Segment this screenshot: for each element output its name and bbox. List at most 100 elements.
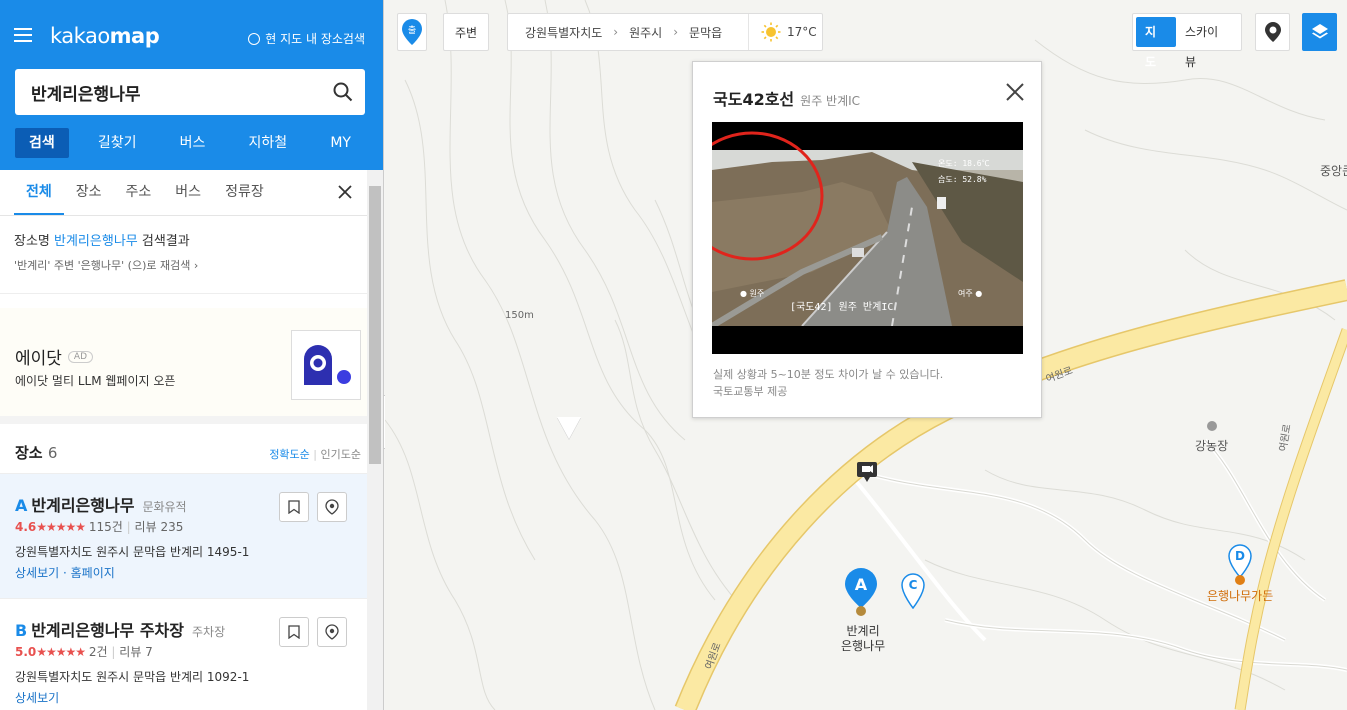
- place-links: 상세보기 · 홈페이지: [15, 566, 115, 580]
- place-item[interactable]: B 반계리은행나무 주차장 주차장 5.0★★★★★ 2건 | 리뷰 7 강원특별자…: [0, 599, 383, 710]
- layers-icon: [1311, 24, 1328, 39]
- sort-options: 정확도순 | 인기도순: [269, 448, 361, 461]
- bookmark-button[interactable]: [279, 492, 309, 522]
- panel-header: kakaomap 현 지도 내 장소검색 검색 길찾기 버스 지하철 MY: [0, 0, 383, 170]
- search-panel: kakaomap 현 지도 내 장소검색 검색 길찾기 버스 지하철 MY 전체…: [0, 0, 384, 710]
- place-address: 강원특별자치도 원주시 문막읍 반계리 1495-1: [15, 545, 250, 559]
- ad-description: 에이닷 멀티 LLM 웹페이지 오픈: [15, 374, 176, 388]
- cctv-marker[interactable]: [856, 461, 878, 486]
- place-address: 강원특별자치도 원주시 문막읍 반계리 1092-1: [15, 670, 250, 684]
- filter-tab-all[interactable]: 전체: [14, 170, 64, 215]
- cctv-feed-image: 온도: 18.6℃ 습도: 52.8% ● 원주 [국도42] 원주 반계IC …: [712, 122, 1023, 354]
- result-summary-text: 장소명 반계리은행나무 검색결과: [14, 234, 190, 249]
- place-label-edge[interactable]: 중앙큰: [1320, 162, 1347, 179]
- map-type-skyview[interactable]: 스카이뷰: [1176, 17, 1238, 69]
- route-button[interactable]: [317, 492, 347, 522]
- sort-popularity[interactable]: 인기도순: [321, 448, 361, 461]
- start-pin-icon: 출: [402, 19, 422, 45]
- place-rating: 4.6★★★★★ 115건 | 리뷰 235: [15, 520, 184, 534]
- sun-icon: [761, 22, 781, 42]
- marker-pin-icon: C: [901, 573, 925, 610]
- detail-link[interactable]: 상세보기: [15, 566, 59, 580]
- search-icon: [333, 82, 353, 102]
- radio-icon: [248, 32, 261, 45]
- place-label-gangnongjang[interactable]: 강농장: [1195, 437, 1228, 454]
- adot-logo[interactable]: [291, 330, 361, 400]
- chevron-right-icon: ›: [193, 259, 199, 272]
- place-rating: 5.0★★★★★ 2건 | 리뷰 7: [15, 645, 153, 659]
- tab-my[interactable]: MY: [316, 128, 365, 158]
- map-type-toggle: 지도 스카이뷰: [1132, 13, 1242, 69]
- start-point-button[interactable]: 출: [397, 13, 427, 51]
- places-title: 장소 6: [15, 444, 58, 462]
- scrollbar-thumb[interactable]: [369, 186, 381, 464]
- result-filter-tabs: 전체 장소 주소 버스 정류장: [0, 170, 383, 216]
- bookmark-icon: [288, 500, 300, 514]
- breadcrumb-province[interactable]: 강원특별자치도: [525, 24, 602, 41]
- ad-title: 에이닷 AD: [15, 344, 94, 369]
- svg-text:여주 ●: 여주 ●: [958, 288, 982, 298]
- cctv-popup: 국도42호선 원주 반계IC 온도: 18.6℃ 습도: 52.8% ● 원주 …: [692, 61, 1042, 418]
- my-location-button[interactable]: [1255, 13, 1290, 51]
- marker-pin-icon: D: [1228, 544, 1252, 585]
- svg-text:출: 출: [408, 25, 416, 36]
- marker-a-label[interactable]: 반계리 은행나무: [841, 624, 885, 654]
- svg-text:[국도42] 원주 반계IC: [국도42] 원주 반계IC: [790, 301, 893, 313]
- chevron-right-icon: ›: [613, 25, 619, 39]
- sort-accuracy[interactable]: 정확도순: [269, 448, 309, 461]
- search-box: [15, 69, 365, 115]
- around-button[interactable]: 주변: [443, 13, 489, 51]
- cctv-video[interactable]: 온도: 18.6℃ 습도: 52.8% ● 원주 [국도42] 원주 반계IC …: [712, 122, 1023, 354]
- filter-tab-address[interactable]: 주소: [114, 170, 164, 215]
- place-name[interactable]: B 반계리은행나무 주차장 주차장: [15, 617, 225, 641]
- place-name[interactable]: A 반계리은행나무 문화유적: [15, 492, 187, 516]
- cctv-title: 국도42호선 원주 반계IC: [713, 90, 861, 109]
- close-icon[interactable]: [337, 184, 353, 200]
- svg-text:D: D: [1235, 549, 1245, 563]
- search-input[interactable]: [15, 69, 321, 115]
- svg-text:A: A: [855, 575, 868, 594]
- detail-link[interactable]: 상세보기: [15, 691, 59, 705]
- bookmark-icon: [288, 625, 300, 639]
- kakaomap-logo[interactable]: kakaomap: [50, 24, 160, 48]
- svg-text:C: C: [909, 578, 918, 592]
- tab-bus[interactable]: 버스: [166, 128, 220, 158]
- svg-text:습도: 52.8%: 습도: 52.8%: [938, 175, 987, 184]
- tab-search[interactable]: 검색: [15, 128, 69, 158]
- marker-d[interactable]: D: [1228, 544, 1252, 591]
- breadcrumb: 강원특별자치도 › 원주시 › 문막읍 17°C: [507, 13, 823, 51]
- breadcrumb-city[interactable]: 원주시: [629, 24, 662, 41]
- map-view[interactable]: 출 주변 강원특별자치도 › 원주시 › 문막읍 17°C 지도 스카이뷰 150m 여…: [385, 0, 1347, 710]
- marker-c[interactable]: C: [901, 573, 925, 612]
- ad-badge: AD: [67, 350, 94, 363]
- filter-tab-bus[interactable]: 버스: [163, 170, 213, 215]
- map-type-map[interactable]: 지도: [1136, 17, 1176, 69]
- homepage-link[interactable]: 홈페이지: [71, 566, 115, 580]
- svg-text:온도: 18.6℃: 온도: 18.6℃: [938, 159, 990, 168]
- bookmark-button[interactable]: [279, 617, 309, 647]
- map-area-search-toggle[interactable]: 현 지도 내 장소검색: [248, 30, 365, 47]
- tab-subway[interactable]: 지하철: [235, 128, 302, 158]
- main-tabs: 검색 길찾기 버스 지하철 MY: [15, 128, 365, 158]
- menu-icon[interactable]: [14, 28, 32, 42]
- marker-d-label[interactable]: 은행나무가든: [1207, 587, 1273, 604]
- research-link[interactable]: '반계리' 주변 '은행나무' (으)로 재검색 ›: [14, 257, 369, 273]
- ad-banner[interactable]: 에이닷 AD 에이닷 멀티 LLM 웹페이지 오픈: [0, 308, 383, 424]
- search-button[interactable]: [321, 69, 365, 115]
- svg-text:● 원주: ● 원주: [740, 289, 764, 298]
- layers-button[interactable]: [1302, 13, 1337, 51]
- location-pin-icon: [1264, 22, 1281, 42]
- marker-a[interactable]: A: [844, 567, 878, 620]
- close-icon[interactable]: [1005, 82, 1025, 102]
- cctv-disclaimer: 실제 상황과 5~10분 정도 차이가 날 수 있습니다. 국토교통부 제공: [713, 368, 944, 398]
- places-header: 장소 6 정확도순 | 인기도순: [0, 424, 383, 474]
- place-item[interactable]: A 반계리은행나무 문화유적 4.6★★★★★ 115건 | 리뷰 235 강원특별…: [0, 474, 383, 599]
- weather-widget[interactable]: 17°C: [748, 14, 817, 50]
- breadcrumb-town[interactable]: 문막읍: [689, 24, 722, 41]
- route-button[interactable]: [317, 617, 347, 647]
- filter-tab-place[interactable]: 장소: [64, 170, 114, 215]
- tab-directions[interactable]: 길찾기: [84, 128, 151, 158]
- elevation-label: 150m: [505, 310, 534, 321]
- result-summary: 장소명 반계리은행나무 검색결과 '반계리' 주변 '은행나무' (으)로 재검…: [0, 216, 383, 294]
- filter-tab-stop[interactable]: 정류장: [213, 170, 276, 215]
